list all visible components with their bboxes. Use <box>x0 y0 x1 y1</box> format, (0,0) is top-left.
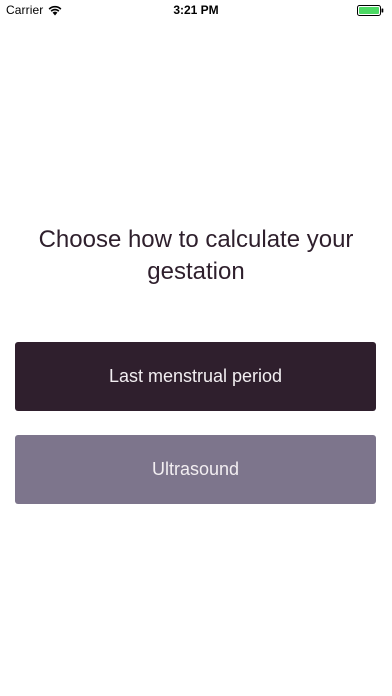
last-menstrual-period-label: Last menstrual period <box>108 366 283 386</box>
battery-icon <box>357 5 384 16</box>
last-menstrual-period-button[interactable]: Last menstrual period <box>15 342 376 411</box>
page-title: Choose how to calculate your gestation <box>38 226 354 285</box>
ultrasound-button[interactable]: Ultrasound <box>15 435 376 504</box>
status-bar: Carrier 3:21 PM <box>0 0 392 20</box>
status-time: 3:21 PM <box>173 3 219 17</box>
ultrasound-label: Ultrasound <box>151 459 240 479</box>
